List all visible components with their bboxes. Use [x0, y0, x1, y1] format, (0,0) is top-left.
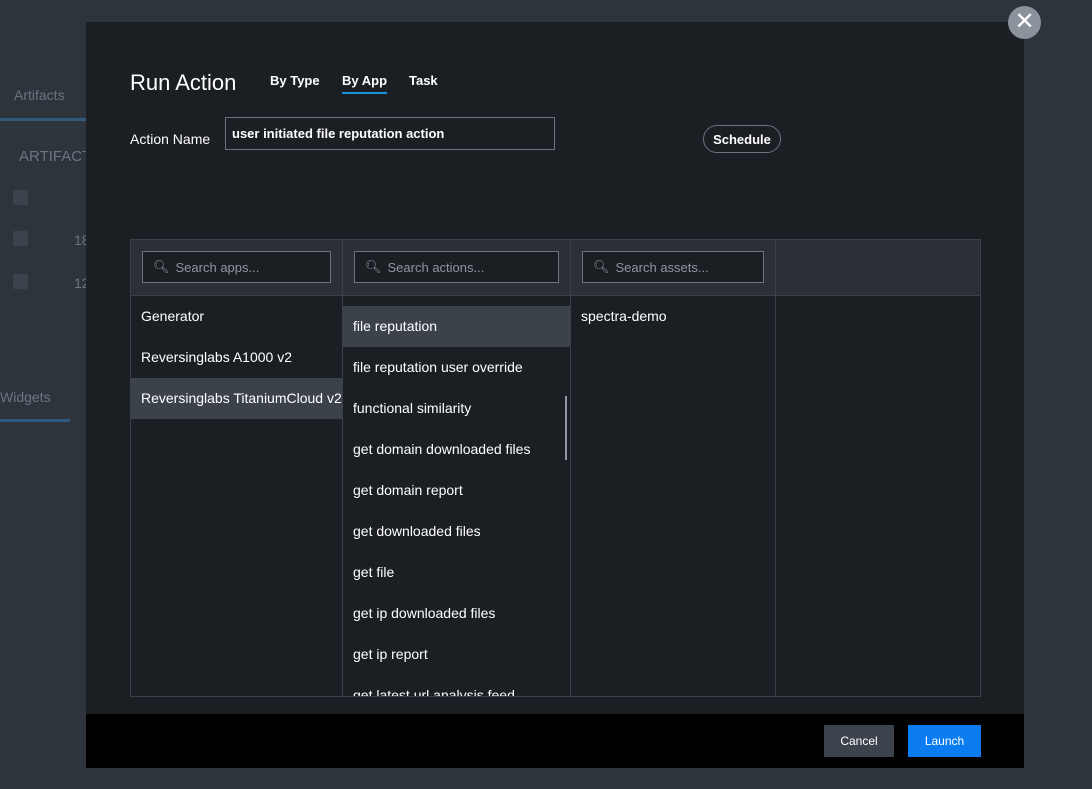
modal-title: Run Action — [130, 70, 237, 95]
launch-button[interactable]: Launch — [908, 725, 981, 757]
search-icon: 🔍︎ — [365, 259, 382, 274]
action-item[interactable]: get ip downloaded files — [343, 593, 570, 634]
tab-by-type[interactable]: By Type — [270, 73, 320, 92]
actions-column: 🔍︎ file reputation file reputation user … — [343, 240, 571, 696]
empty-column — [776, 240, 980, 696]
bg-tab-artifacts: Artifacts — [14, 87, 65, 103]
bg-checkbox — [13, 231, 28, 246]
asset-item[interactable]: spectra-demo — [571, 296, 775, 337]
app-item[interactable]: Reversinglabs TitaniumCloud v2 — [131, 378, 342, 419]
tab-by-app[interactable]: By App — [342, 73, 388, 94]
search-icon: 🔍︎ — [153, 259, 170, 274]
assets-column: 🔍︎ spectra-demo — [571, 240, 776, 696]
bg-tab-underline — [0, 419, 70, 422]
search-assets[interactable]: 🔍︎ — [582, 251, 766, 283]
action-item[interactable]: get latest url analysis feed — [343, 675, 570, 696]
tab-task[interactable]: Task — [409, 73, 438, 92]
action-item[interactable]: file reputation — [343, 306, 570, 347]
action-item[interactable]: get domain downloaded files — [343, 429, 570, 470]
actions-scrollbar[interactable] — [565, 396, 567, 460]
search-actions[interactable]: 🔍︎ — [354, 251, 559, 283]
search-apps-input[interactable] — [175, 259, 326, 275]
action-item[interactable]: get downloaded files — [343, 511, 570, 552]
action-item[interactable]: functional similarity — [343, 388, 570, 429]
schedule-button[interactable]: Schedule — [703, 125, 781, 153]
action-item[interactable]: get file — [343, 552, 570, 593]
run-action-modal: Run Action By Type By App Task Action Na… — [86, 22, 1024, 768]
close-icon[interactable]: ✕ — [1008, 6, 1041, 39]
app-item[interactable]: Generator — [131, 296, 342, 337]
action-item[interactable]: get ip report — [343, 634, 570, 675]
search-actions-input[interactable] — [387, 259, 538, 275]
cancel-button[interactable]: Cancel — [824, 725, 894, 757]
modal-footer: Cancel Launch — [86, 714, 1024, 768]
search-assets-input[interactable] — [615, 259, 766, 275]
action-item[interactable]: file reputation user override — [343, 347, 570, 388]
action-name-input[interactable] — [225, 117, 555, 150]
app-item[interactable]: Reversinglabs A1000 v2 — [131, 337, 342, 378]
search-apps[interactable]: 🔍︎ — [142, 251, 331, 283]
selection-grid: 🔍︎ Generator Reversinglabs A1000 v2 Reve… — [130, 239, 981, 697]
bg-checkbox — [13, 190, 28, 205]
action-item[interactable]: get domain report — [343, 470, 570, 511]
apps-column: 🔍︎ Generator Reversinglabs A1000 v2 Reve… — [131, 240, 343, 696]
bg-section-artifacts: ARTIFACT — [19, 148, 92, 165]
search-icon: 🔍︎ — [593, 259, 610, 274]
bg-checkbox — [13, 274, 28, 289]
bg-tab-widgets: Widgets — [0, 389, 51, 405]
bg-tab-underline — [0, 118, 86, 121]
action-name-label: Action Name — [130, 131, 211, 147]
